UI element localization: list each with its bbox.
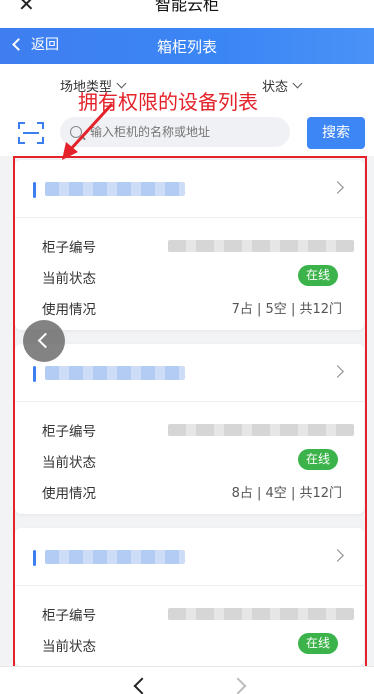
nav-back-icon[interactable] [133,677,151,694]
chevron-right-icon[interactable] [331,181,344,194]
status-label: 当前状态 [42,271,96,287]
cabinet-no-row: 柜子编号 [15,230,364,261]
card-header[interactable] [15,344,364,402]
status-badge: 在线 [298,449,338,470]
page-title: 箱柜列表 [156,38,217,56]
chevron-right-icon[interactable] [331,365,344,378]
chevron-left-icon [37,332,54,349]
system-title-bar: ✕ 智能云柜 [0,0,374,28]
accent-bar [33,366,36,382]
status-row: 当前状态 在线 [15,445,364,476]
status-label: 当前状态 [42,639,96,655]
chevron-down-icon [292,78,303,89]
usage-label: 使用情况 [42,486,96,502]
app-title: 智能云柜 [154,0,219,14]
chevron-right-icon[interactable] [331,549,344,562]
annotation-arrow-icon [62,102,114,160]
status-row: 当前状态 在线 [15,261,364,292]
status-badge: 在线 [298,265,338,286]
card-header[interactable] [15,528,364,586]
cabinet-list-page: ✕ 智能云柜 返回 箱柜列表 场地类型 状态 搜索 拥有权限的设备列表 [0,0,374,694]
browser-nav-bar [0,666,374,694]
usage-value: 8占 | 4空 | 共12门 [231,486,342,501]
cabinet-name-redacted [45,550,185,564]
usage-row: 使用情况 7占 | 5空 | 共12门 [15,292,364,330]
nav-forward-icon[interactable] [229,677,247,694]
cabinet-no-label: 柜子编号 [42,608,96,624]
cabinet-card[interactable]: 柜子编号 当前状态 在线 [15,528,364,666]
cabinet-card[interactable]: 柜子编号 当前状态 在线 使用情况 8占 | 4空 | 共12门 [15,344,364,514]
card-header[interactable] [15,160,364,218]
cabinet-no-redacted [168,424,354,436]
status-row: 当前状态 在线 [15,629,364,660]
status-filter[interactable]: 状态 [262,76,303,95]
header-bar: 返回 箱柜列表 [0,28,374,64]
usage-label: 使用情况 [42,302,96,318]
cabinet-no-row: 柜子编号 [15,598,364,629]
accent-bar [33,182,36,198]
cabinet-name-redacted [45,182,185,196]
cabinet-name-redacted [45,366,185,380]
usage-row: 使用情况 8占 | 4空 | 共12门 [15,476,364,514]
usage-value: 7占 | 5空 | 共12门 [231,302,342,317]
scan-icon[interactable] [18,121,44,145]
floating-back-button[interactable] [23,320,65,362]
cabinet-card[interactable]: 柜子编号 当前状态 在线 使用情况 7占 | 5空 | 共12门 [15,160,364,330]
cabinet-no-redacted [168,240,354,252]
status-label: 状态 [262,80,289,95]
status-badge: 在线 [298,633,338,654]
cabinet-no-redacted [168,608,354,620]
accent-bar [33,550,36,566]
cabinet-no-label: 柜子编号 [42,240,96,256]
search-row: 搜索 [0,108,374,156]
cabinet-no-label: 柜子编号 [42,424,96,440]
search-button[interactable]: 搜索 [307,117,365,149]
status-label: 当前状态 [42,455,96,471]
cabinet-no-row: 柜子编号 [15,414,364,445]
